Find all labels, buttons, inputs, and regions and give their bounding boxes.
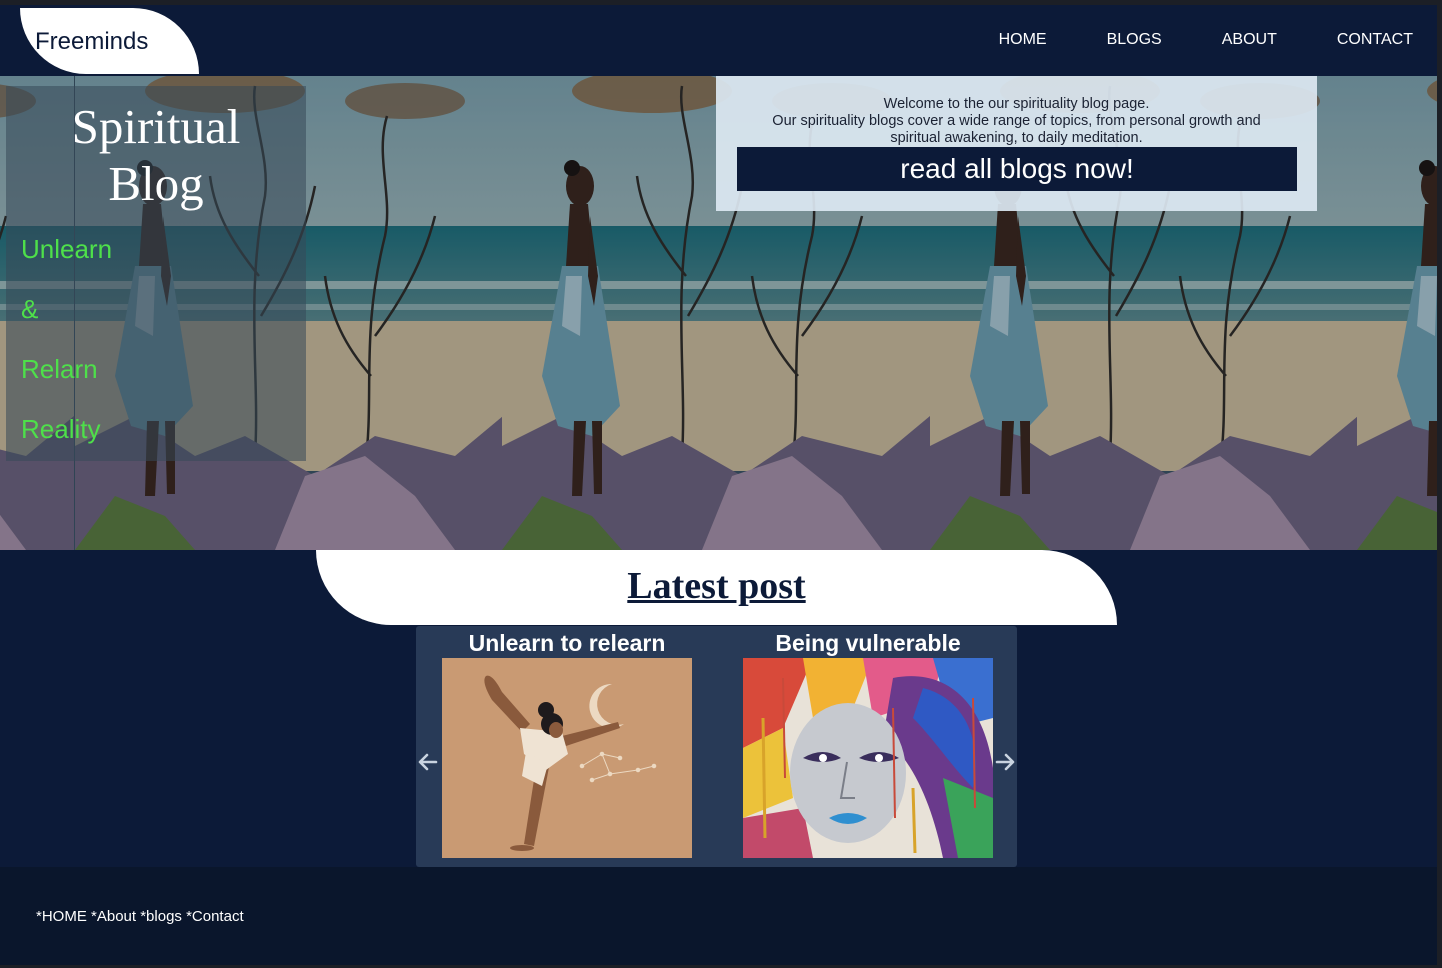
nav-contact-link[interactable]: CONTACT <box>1337 31 1413 49</box>
post-carousel: Unlearn to relearn Being vulnerable <box>416 626 1017 867</box>
post-card-title[interactable]: Being vulnerable <box>743 630 993 657</box>
latest-post-banner: Latest post <box>316 550 1117 625</box>
nav-blogs-link[interactable]: BLOGS <box>1107 31 1162 49</box>
site-footer: *HOME *About *blogs *Contact <box>0 867 1437 965</box>
main-nav: HOME BLOGS ABOUT CONTACT <box>939 31 1413 49</box>
welcome-box: Welcome to the our spirituality blog pag… <box>716 76 1317 211</box>
arrow-left-icon[interactable] <box>416 750 440 774</box>
slogan-line-3: Relarn <box>21 354 98 384</box>
nav-about-link[interactable]: ABOUT <box>1222 31 1277 49</box>
slogan-line-1: Unlearn <box>21 234 113 264</box>
hero-title: Spiritual Blog <box>6 98 306 212</box>
yoga-pose-illustration[interactable] <box>442 658 692 858</box>
colorful-face-painting[interactable] <box>743 658 993 858</box>
logo-text[interactable]: Freeminds <box>35 28 148 56</box>
page: Freeminds HOME BLOGS ABOUT CONTACT Spiri… <box>0 5 1437 965</box>
hero-title-line-2: Blog <box>108 156 204 211</box>
slogan-line-2: & <box>21 294 39 324</box>
footer-links[interactable]: *HOME *About *blogs *Contact <box>36 908 244 925</box>
welcome-line-2: Our spirituality blogs cover a wide rang… <box>772 113 1261 146</box>
logo[interactable]: Freeminds <box>20 8 199 74</box>
welcome-text: Welcome to the our spirituality blog pag… <box>746 96 1287 147</box>
post-card-title[interactable]: Unlearn to relearn <box>442 630 692 657</box>
latest-post-heading[interactable]: Latest post <box>316 564 1117 608</box>
hero-side-panel: Spiritual Blog Unlearn & Relarn Reality <box>6 86 306 461</box>
slogan-line-4: Reality <box>21 414 101 444</box>
arrow-right-icon[interactable] <box>993 750 1017 774</box>
welcome-line-1: Welcome to the our spirituality blog pag… <box>883 96 1150 112</box>
nav-home-link[interactable]: HOME <box>999 31 1047 49</box>
site-header: Freeminds HOME BLOGS ABOUT CONTACT <box>0 5 1437 76</box>
hero-title-line-1: Spiritual <box>71 99 241 154</box>
hero-section: Spiritual Blog Unlearn & Relarn Reality … <box>0 76 1437 550</box>
read-all-blogs-button[interactable]: read all blogs now! <box>737 147 1297 191</box>
